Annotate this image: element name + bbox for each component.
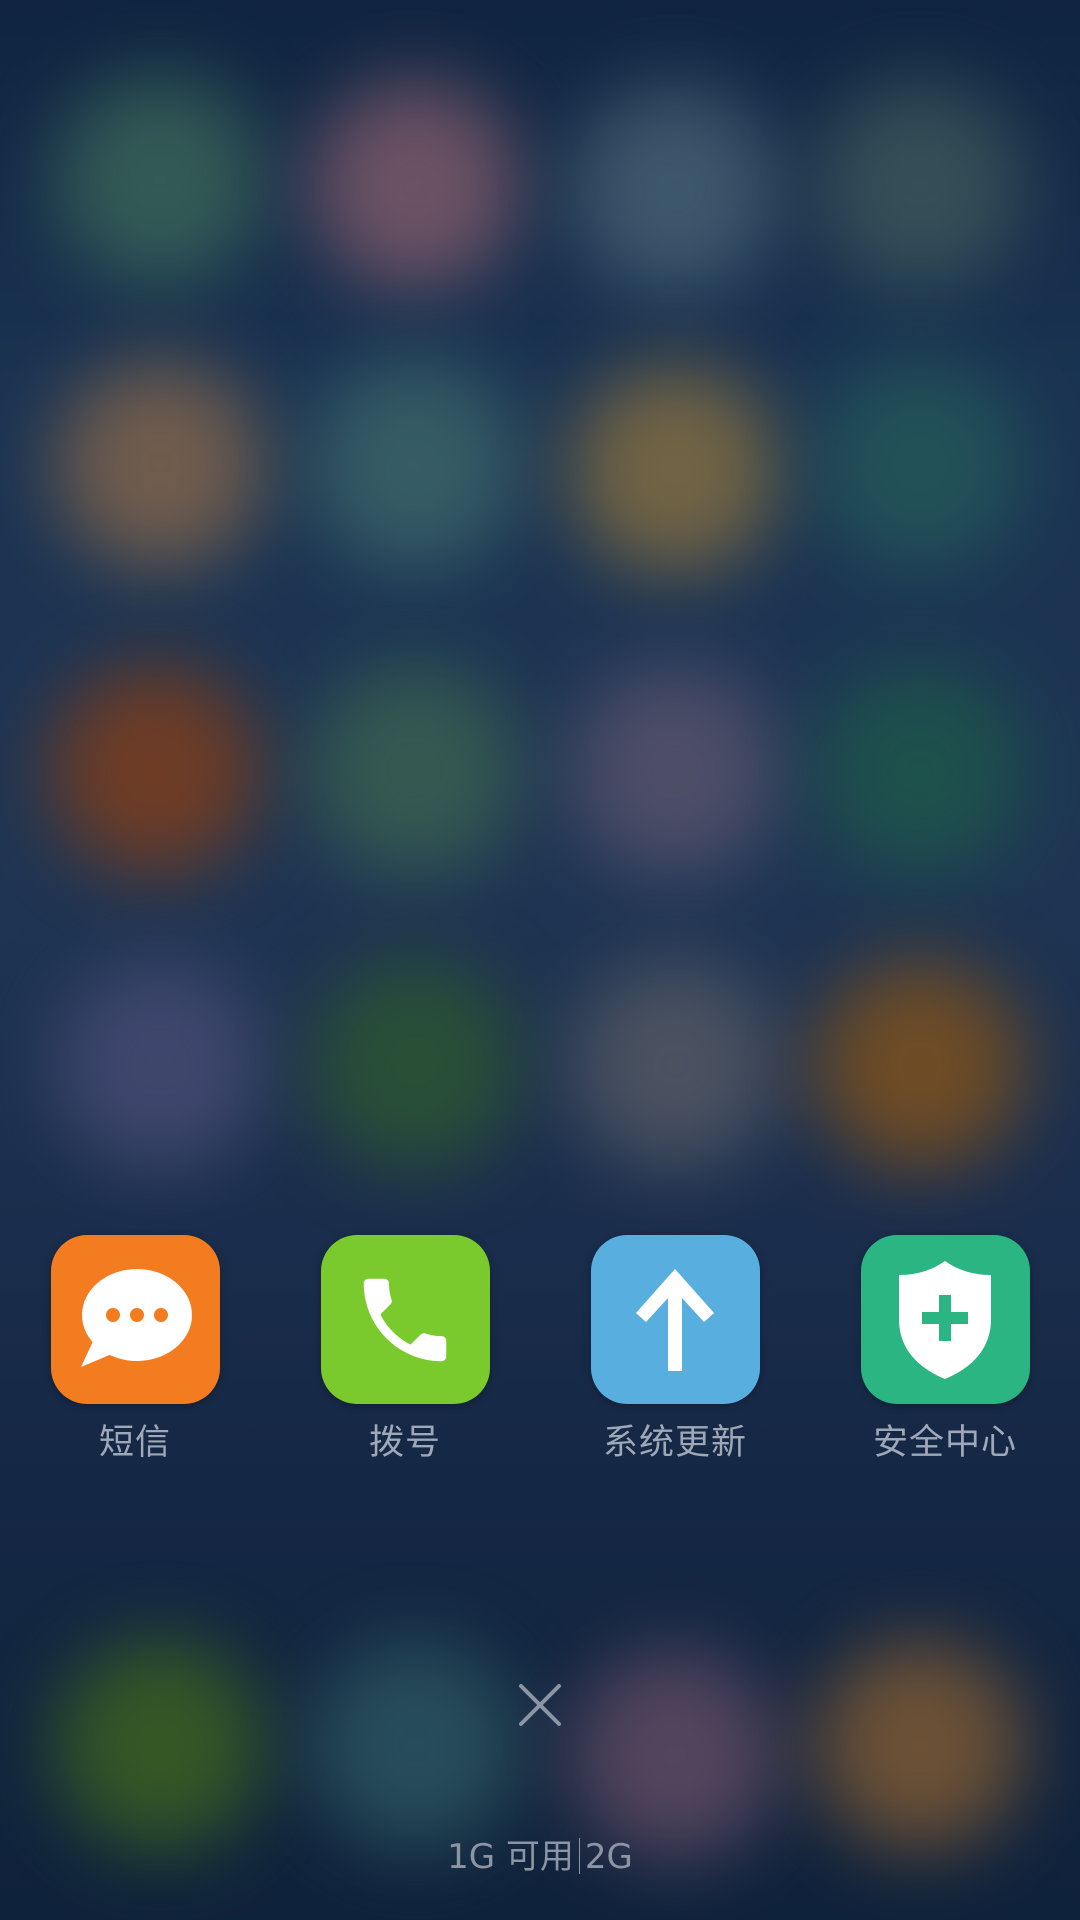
blurred-app-icon xyxy=(815,80,1025,290)
memory-status: 1G 可用 2G xyxy=(0,1835,1080,1879)
app-label: 短信 xyxy=(98,1423,171,1463)
blurred-app-icon xyxy=(570,365,780,575)
blurred-app-icon xyxy=(815,960,1025,1170)
update-tile[interactable] xyxy=(590,1235,760,1404)
blurred-app-icon xyxy=(310,960,520,1170)
app-system-update[interactable]: 系统更新 xyxy=(565,1235,785,1475)
up-arrow-icon xyxy=(636,1268,714,1371)
security-tile[interactable] xyxy=(860,1235,1030,1404)
close-button[interactable] xyxy=(505,1670,575,1740)
app-dialer[interactable]: 拨号 xyxy=(295,1235,515,1475)
blurred-app-icon xyxy=(570,665,780,875)
sms-tile[interactable] xyxy=(50,1235,220,1404)
app-security-center[interactable]: 安全中心 xyxy=(835,1235,1055,1475)
blurred-app-icon xyxy=(55,360,265,570)
blurred-app-icon xyxy=(55,960,265,1170)
blurred-app-icon xyxy=(570,960,780,1170)
app-sms[interactable]: 短信 xyxy=(25,1235,245,1475)
chat-bubble-icon xyxy=(81,1268,192,1367)
phone-handset-icon xyxy=(363,1278,447,1361)
blurred-app-icon xyxy=(815,1640,1025,1850)
blurred-app-icon xyxy=(310,360,520,570)
app-label: 系统更新 xyxy=(602,1423,747,1463)
close-icon xyxy=(519,1684,561,1726)
blurred-app-icon xyxy=(310,665,520,875)
blurred-app-icon xyxy=(55,1640,265,1850)
shield-plus-icon xyxy=(899,1260,991,1379)
blurred-app-icon xyxy=(50,665,260,875)
blurred-app-icon xyxy=(815,360,1025,570)
app-label: 安全中心 xyxy=(872,1423,1017,1463)
memory-divider xyxy=(578,1838,580,1874)
blurred-app-icon xyxy=(55,75,265,285)
blurred-app-icon xyxy=(570,1650,780,1860)
blurred-app-icon xyxy=(310,80,520,290)
blurred-app-icon xyxy=(815,665,1025,875)
blurred-app-icon xyxy=(310,1640,520,1850)
blurred-wallpaper xyxy=(0,0,1080,1920)
dialer-tile[interactable] xyxy=(320,1235,490,1404)
app-shortcuts-row: 短信 拨号 系统更新 安全中心 xyxy=(0,1235,1080,1475)
memory-total: 2G xyxy=(584,1837,633,1877)
app-label: 拨号 xyxy=(368,1423,441,1463)
blurred-app-icon xyxy=(570,85,780,295)
memory-available: 1G 可用 xyxy=(447,1837,574,1877)
